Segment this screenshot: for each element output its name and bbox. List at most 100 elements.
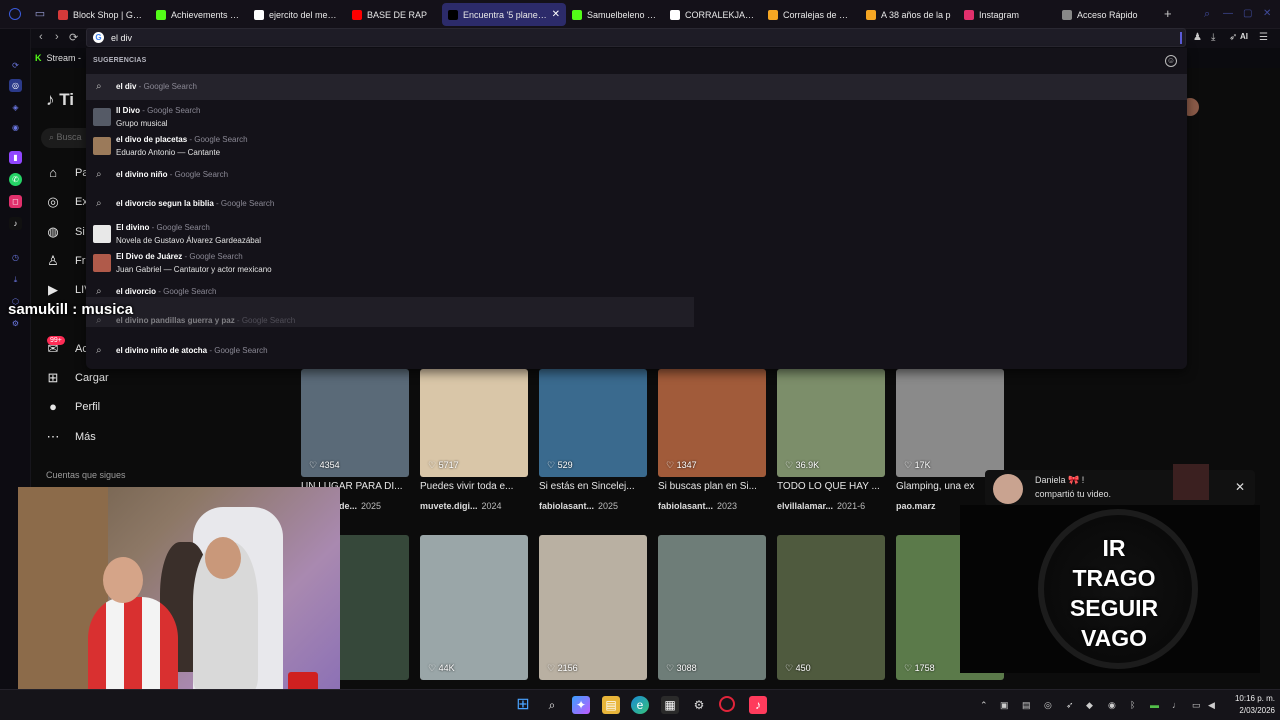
- suggestion-item[interactable]: El Divo de Juárez - Google Search Juan Ga…: [86, 250, 1187, 276]
- tray-app-icon[interactable]: ➶: [1066, 700, 1074, 711]
- notification-toast[interactable]: Daniela 🎀 ! compartió tu video. ✕: [985, 464, 1255, 506]
- tab-4[interactable]: Encuentra '5 planes p ✕: [442, 3, 566, 26]
- aria-icon[interactable]: ◎: [9, 79, 22, 92]
- close-icon[interactable]: ✕: [1235, 480, 1245, 494]
- windows-start-icon[interactable]: ⊞: [514, 696, 532, 714]
- suggestion-item[interactable]: el divo de placetas - Google Search Eduar…: [86, 133, 1187, 159]
- tab-5[interactable]: Samuelbeleno - W: [566, 3, 664, 26]
- bluetooth-icon[interactable]: ᛒ: [1130, 700, 1135, 710]
- close-tab-icon[interactable]: ✕: [552, 9, 560, 20]
- taskbar-time[interactable]: 10:16 p. m.: [1229, 694, 1275, 703]
- tray-app-icon[interactable]: ▬: [1150, 700, 1159, 710]
- video-card[interactable]: ♡ 17K: [896, 369, 1004, 477]
- refresh-icon[interactable]: ⟳: [69, 31, 78, 44]
- tray-app-icon[interactable]: ◆: [1086, 700, 1093, 711]
- search-tabs-icon[interactable]: ⌕: [1204, 8, 1210, 21]
- download-toolbar-icon[interactable]: ⤓: [1211, 32, 1215, 43]
- edge-icon[interactable]: e: [631, 696, 649, 714]
- tray-app-icon[interactable]: ▣: [1000, 700, 1009, 711]
- sidebar-item-0[interactable]: ⌂ Pa: [45, 163, 88, 183]
- suggestion-item[interactable]: ⌕ el divino niño de atocha - Google Searc…: [86, 338, 1187, 364]
- sidebar-item-6[interactable]: ⊞ Cargar: [45, 368, 109, 388]
- maximize-icon[interactable]: ▢: [1243, 8, 1252, 19]
- video-card[interactable]: ♡ 1347: [658, 369, 766, 477]
- video-author[interactable]: pao.marz: [896, 501, 936, 511]
- opera-logo-icon[interactable]: [9, 8, 21, 20]
- video-author[interactable]: fabiolasant...: [658, 501, 713, 511]
- tab-7[interactable]: Corralejas de Sinc: [762, 3, 860, 26]
- video-author[interactable]: muvete.digi...: [420, 501, 478, 511]
- address-input[interactable]: [111, 31, 1111, 45]
- search-icon[interactable]: ⌕: [543, 696, 561, 714]
- file-explorer-icon[interactable]: ▤: [602, 696, 620, 714]
- suggestion-item[interactable]: ⌕ el divorcio segun la biblia - Google Se…: [86, 191, 1187, 217]
- tab-3[interactable]: BASE DE RAP: [346, 3, 442, 26]
- tray-overflow-icon[interactable]: ⌃: [980, 700, 988, 711]
- minimize-icon[interactable]: —: [1223, 8, 1233, 19]
- video-caption[interactable]: Puedes vivir toda e...: [420, 481, 538, 492]
- taskbar-date[interactable]: 2/03/2026: [1229, 706, 1275, 715]
- video-card[interactable]: ♡ 2156: [539, 535, 647, 680]
- settings-app-icon[interactable]: ⚙: [690, 696, 708, 714]
- new-tab-icon[interactable]: +: [1164, 7, 1172, 21]
- crypto-wallet-icon[interactable]: ◈: [9, 101, 22, 114]
- tiktok-app-icon[interactable]: ♪: [749, 696, 767, 714]
- tab-2[interactable]: ejercito del menchi: [248, 3, 346, 26]
- sidebar-item-8[interactable]: ⋯ Más: [45, 427, 96, 447]
- sidebar-item-2[interactable]: ◍ Si: [45, 222, 84, 242]
- opera-gx-icon[interactable]: [719, 696, 735, 712]
- network-icon[interactable]: ▭: [1192, 700, 1201, 711]
- tray-app-icon[interactable]: ◉: [1108, 700, 1116, 711]
- tiktok-icon[interactable]: ♪: [9, 217, 22, 230]
- video-author[interactable]: fabiolasant...: [539, 501, 594, 511]
- sidebar-item-3[interactable]: ♙ Fri: [45, 251, 88, 271]
- profile-toolbar-icon[interactable]: ♟: [1193, 32, 1202, 43]
- video-card[interactable]: ♡ 44K: [420, 535, 528, 680]
- suggestion-item[interactable]: ⌕ el div - Google Search: [86, 74, 1187, 100]
- tab-8[interactable]: A 38 años de la p: [860, 3, 958, 26]
- tab-6[interactable]: CORRALEKJAS CU: [664, 3, 762, 26]
- store-icon[interactable]: ▦: [661, 696, 679, 714]
- tray-app-icon[interactable]: ▤: [1022, 700, 1031, 711]
- video-caption[interactable]: TODO LO QUE HAY ...: [777, 481, 895, 492]
- history-icon[interactable]: ◷: [9, 251, 22, 264]
- smiley-icon[interactable]: ☺: [1165, 55, 1177, 67]
- video-card[interactable]: ♡ 36.9K: [777, 369, 885, 477]
- video-card[interactable]: ♡ 450: [777, 535, 885, 680]
- ai-button[interactable]: AI: [1240, 32, 1248, 41]
- tab-1[interactable]: Achievements - Kick: [150, 3, 248, 26]
- suggestion-item[interactable]: Il Divo - Google Search Grupo musical: [86, 104, 1187, 130]
- bookmark-stream[interactable]: K Stream -: [35, 53, 81, 63]
- close-window-icon[interactable]: ✕: [1263, 8, 1271, 19]
- video-card[interactable]: ♡ 5717: [420, 369, 528, 477]
- suggestion-item[interactable]: El divino - Google Search Novela de Gusta…: [86, 221, 1187, 247]
- video-card[interactable]: ♡ 529: [539, 369, 647, 477]
- volume-icon[interactable]: ◀: [1208, 700, 1215, 711]
- tab-0[interactable]: Block Shop | GX Games: [52, 3, 150, 26]
- suggestion-item[interactable]: ⌕ el divino niño - Google Search: [86, 162, 1187, 188]
- instagram-icon[interactable]: ◻: [9, 195, 22, 208]
- address-bar[interactable]: G: [86, 28, 1186, 47]
- microphone-icon[interactable]: ♩: [1172, 700, 1181, 710]
- video-card[interactable]: ♡ 3088: [658, 535, 766, 680]
- tab-switcher-icon[interactable]: ▭: [33, 7, 47, 21]
- tray-app-icon[interactable]: ◎: [1044, 700, 1052, 711]
- downloads-icon[interactable]: ⤓: [9, 273, 22, 286]
- sidebar-item-1[interactable]: ◎ Ex: [45, 192, 88, 212]
- gaming-icon[interactable]: ◉: [9, 121, 22, 134]
- twitch-icon[interactable]: ▮: [9, 151, 22, 164]
- video-author[interactable]: elvillalamar...: [777, 501, 833, 511]
- back-icon[interactable]: ‹: [39, 31, 43, 43]
- video-caption[interactable]: Si buscas plan en Si...: [658, 481, 776, 492]
- video-caption[interactable]: Si estás en Sincelej...: [539, 481, 657, 492]
- copilot-icon[interactable]: ✦: [572, 696, 590, 714]
- whatsapp-icon[interactable]: ✆: [9, 173, 22, 186]
- forward-icon[interactable]: ›: [55, 31, 59, 43]
- reload-icon[interactable]: ⟳: [9, 59, 22, 72]
- sidebar-item-4[interactable]: ▶ LIV: [45, 280, 92, 300]
- sidebar-item-7[interactable]: ● Perfil: [45, 397, 100, 417]
- tab-10[interactable]: Acceso Rápido: [1056, 3, 1154, 26]
- aria-toolbar-icon[interactable]: ➶: [1229, 32, 1237, 43]
- tab-9[interactable]: Instagram: [958, 3, 1056, 26]
- menu-icon[interactable]: ☰: [1259, 32, 1268, 43]
